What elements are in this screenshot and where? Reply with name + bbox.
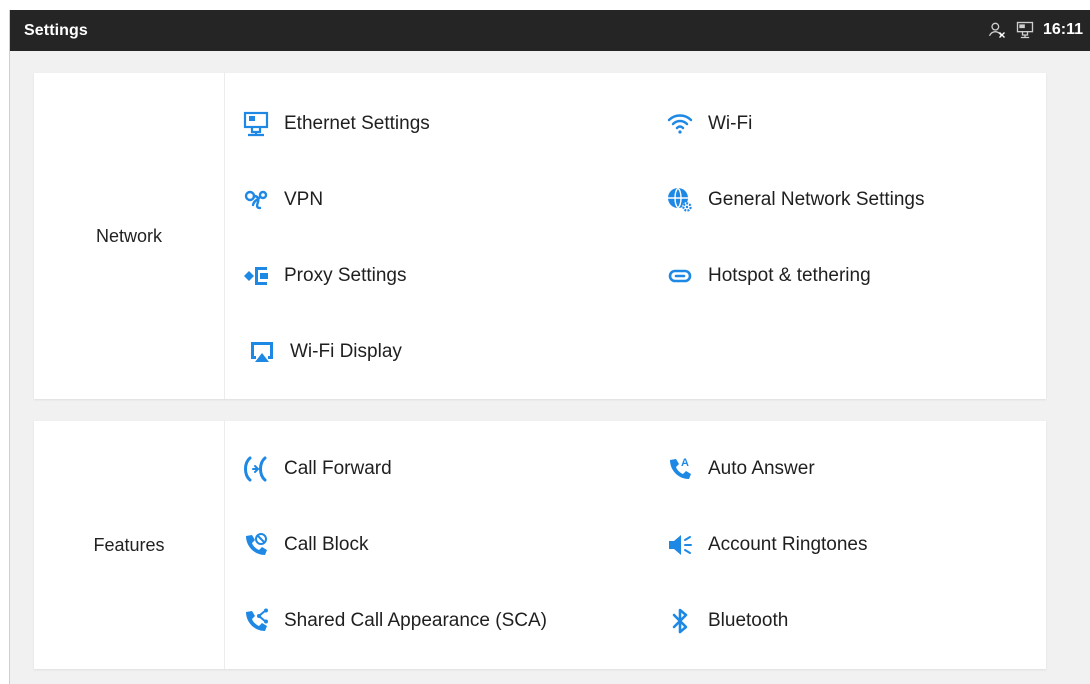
settings-screen: Settings 16:11 Network Ethernet Settings…: [9, 10, 1090, 684]
wifi-label: Wi-Fi: [708, 113, 753, 134]
call-forward-item[interactable]: Call Forward: [242, 455, 392, 483]
status-bar: Settings 16:11: [10, 10, 1090, 51]
cast-icon: [248, 338, 276, 366]
bluetooth-label: Bluetooth: [708, 610, 789, 631]
clock: 16:11: [1042, 21, 1083, 38]
features-section: Features Call Forward A Auto Answer Call…: [34, 421, 1046, 669]
call-forward-icon: [242, 455, 270, 483]
general-network-settings-label: General Network Settings: [708, 189, 925, 210]
shared-call-appearance-item[interactable]: Shared Call Appearance (SCA): [242, 607, 547, 635]
speaker-icon: [666, 531, 694, 559]
call-block-icon: [242, 531, 270, 559]
account-ringtones-item[interactable]: Account Ringtones: [666, 531, 868, 559]
page-title: Settings: [24, 22, 88, 39]
shared-call-appearance-label: Shared Call Appearance (SCA): [284, 610, 547, 631]
wifi-display-item[interactable]: Wi-Fi Display: [248, 338, 402, 366]
hotspot-tethering-item[interactable]: Hotspot & tethering: [666, 262, 871, 290]
call-block-label: Call Block: [284, 534, 369, 555]
proxy-settings-label: Proxy Settings: [284, 265, 407, 286]
auto-answer-label: Auto Answer: [708, 458, 815, 479]
hotspot-tethering-label: Hotspot & tethering: [708, 265, 871, 286]
account-ringtones-label: Account Ringtones: [708, 534, 868, 555]
shared-call-icon: [242, 607, 270, 635]
proxy-settings-item[interactable]: Proxy Settings: [242, 262, 407, 290]
vpn-label: VPN: [284, 189, 324, 210]
ethernet-icon: [1015, 20, 1035, 40]
ethernet-icon: [242, 110, 270, 138]
wifi-icon: [666, 110, 694, 138]
ethernet-settings-item[interactable]: Ethernet Settings: [242, 110, 430, 138]
bluetooth-item[interactable]: Bluetooth: [666, 607, 788, 635]
general-network-settings-item[interactable]: General Network Settings: [666, 186, 925, 214]
call-block-item[interactable]: Call Block: [242, 531, 368, 559]
account-off-icon: [987, 20, 1007, 40]
proxy-icon: [242, 262, 270, 290]
auto-answer-item[interactable]: A Auto Answer: [666, 455, 815, 483]
hotspot-icon: [666, 262, 694, 290]
vpn-icon: [242, 186, 270, 214]
call-forward-label: Call Forward: [284, 458, 392, 479]
ethernet-settings-label: Ethernet Settings: [284, 113, 430, 134]
section-label-network: Network: [34, 73, 225, 399]
wifi-display-label: Wi-Fi Display: [290, 341, 402, 362]
status-icons: 16:11: [987, 20, 1083, 40]
network-section: Network Ethernet Settings Wi-Fi VPN Gene…: [34, 73, 1046, 399]
bluetooth-icon: [666, 607, 694, 635]
section-label-features: Features: [34, 421, 225, 669]
svg-text:A: A: [681, 457, 689, 469]
auto-answer-icon: A: [666, 455, 694, 483]
globe-gear-icon: [666, 186, 694, 214]
vpn-item[interactable]: VPN: [242, 186, 323, 214]
wifi-item[interactable]: Wi-Fi: [666, 110, 752, 138]
